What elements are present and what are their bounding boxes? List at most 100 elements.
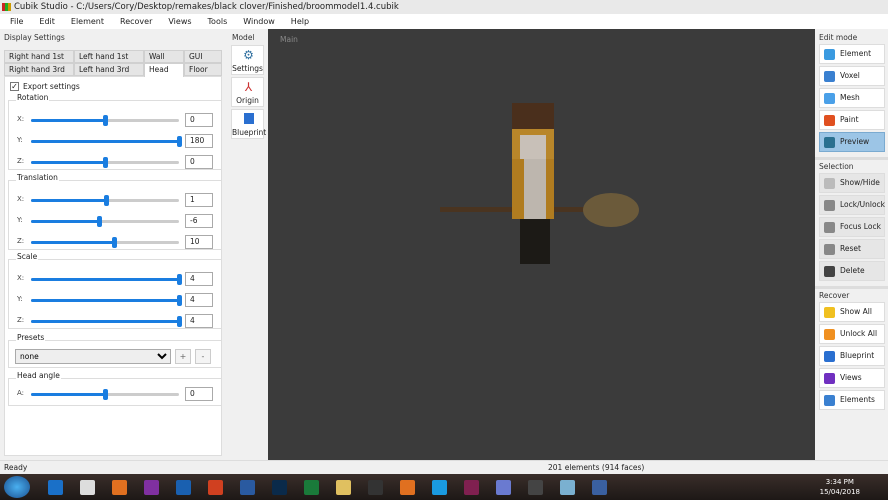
slider-thumb[interactable] (177, 295, 182, 306)
slider-thumb[interactable] (104, 195, 110, 206)
taskbar-ps-button[interactable] (264, 476, 294, 498)
status-text: Ready (4, 463, 28, 472)
element-count: 201 elements (914 faces) (548, 463, 645, 472)
scale-x-input[interactable]: 4 (185, 272, 213, 286)
origin-button[interactable]: ⅄ Origin (231, 77, 264, 107)
edit-mode-preview-button[interactable]: Preview (819, 132, 885, 152)
taskbar-n-button[interactable] (136, 476, 166, 498)
translation-group: Translation X: 1 Y: -6 Z: 10 (8, 173, 222, 250)
slider-thumb[interactable] (111, 237, 117, 248)
selection-reset-button[interactable]: Reset (819, 239, 885, 259)
scale-y-input[interactable]: 4 (185, 293, 213, 307)
head-angle-input[interactable]: 0 (185, 387, 213, 401)
tab-left-hand-3rd[interactable]: Left hand 3rd (74, 63, 144, 76)
scale-x-slider[interactable] (31, 274, 182, 285)
explorer-icon (335, 479, 351, 495)
menu-window[interactable]: Window (233, 14, 275, 29)
translation-z-slider[interactable] (31, 237, 179, 248)
tab-left-hand-1st[interactable]: Left hand 1st (74, 50, 144, 63)
taskbar-cubik-button[interactable] (520, 476, 550, 498)
edit-mode-mesh-button[interactable]: Mesh (819, 88, 885, 108)
edit-mode-voxel-button[interactable]: Voxel (819, 66, 885, 86)
taskbar-notes-button[interactable] (552, 476, 582, 498)
rotation-z-slider[interactable] (31, 157, 179, 168)
slider-fill (31, 220, 100, 223)
rotation-z-input[interactable]: 0 (185, 155, 213, 169)
rotation-y-slider[interactable] (31, 136, 182, 147)
slider-thumb[interactable] (103, 157, 108, 168)
menu-file[interactable]: File (0, 14, 23, 29)
taskbar-discord-button[interactable] (488, 476, 518, 498)
edit-mode-paint-button[interactable]: Paint (819, 110, 885, 130)
rotation-x-input[interactable]: 0 (185, 113, 213, 127)
3d-viewport[interactable]: Main (268, 29, 815, 460)
recover-views-button[interactable]: Views (819, 368, 885, 388)
taskbar-nox-button[interactable] (360, 476, 390, 498)
translation-x-input[interactable]: 1 (185, 193, 213, 207)
selection-focus-lock-button[interactable]: Focus Lock (819, 217, 885, 237)
taskbar-p-button[interactable] (200, 476, 230, 498)
recover-show-all-button[interactable]: Show All (819, 302, 885, 322)
translation-z-row: Z: 10 (9, 235, 221, 249)
taskbar-ie-button[interactable] (40, 476, 70, 498)
presets-select[interactable]: none (15, 349, 171, 364)
rotation-x-slider[interactable] (31, 115, 179, 126)
scale-y-slider[interactable] (31, 295, 182, 306)
edit-mode-element-button[interactable]: Element (819, 44, 885, 64)
slider-thumb[interactable] (177, 316, 182, 327)
taskbar-media-button[interactable] (104, 476, 134, 498)
recover-elements-button[interactable]: Elements (819, 390, 885, 410)
scale-z-slider[interactable] (31, 316, 182, 327)
slider-thumb[interactable] (177, 274, 182, 285)
translation-y-slider[interactable] (31, 216, 179, 227)
selection-show-hide-button[interactable]: Show/Hide (819, 173, 885, 193)
translation-x-slider[interactable] (31, 195, 179, 206)
menu-recover[interactable]: Recover (110, 14, 152, 29)
clock[interactable]: 3:34 PM 15/04/2018 (820, 477, 860, 497)
scale-z-input[interactable]: 4 (185, 314, 213, 328)
recover-blueprint-button[interactable]: Blueprint (819, 346, 885, 366)
remove-preset-button[interactable]: - (195, 349, 211, 364)
axis-label: Y: (17, 216, 23, 224)
tab-gui[interactable]: GUI (184, 50, 222, 63)
taskbar-firefox-button[interactable] (392, 476, 422, 498)
slider-thumb[interactable] (177, 136, 182, 147)
translation-z-input[interactable]: 10 (185, 235, 213, 249)
presets-group: Presets none + - (8, 333, 222, 368)
slider-thumb[interactable] (103, 115, 108, 126)
recover-unlock-all-button[interactable]: Unlock All (819, 324, 885, 344)
tab-wall[interactable]: Wall (144, 50, 184, 63)
taskbar-x-button[interactable] (296, 476, 326, 498)
taskbar-w-button[interactable] (232, 476, 262, 498)
taskbar-paint-button[interactable] (584, 476, 614, 498)
slider-thumb[interactable] (97, 216, 103, 227)
menu-tools[interactable]: Tools (198, 14, 228, 29)
taskbar-o-button[interactable] (168, 476, 198, 498)
settings-button[interactable]: ⚙ Settings (231, 45, 264, 75)
head-angle-slider[interactable] (31, 389, 179, 400)
tab-floor[interactable]: Floor (184, 63, 222, 76)
menu-help[interactable]: Help (281, 14, 309, 29)
menu-views[interactable]: Views (158, 14, 191, 29)
selection-lock-unlock-button[interactable]: Lock/Unlock (819, 195, 885, 215)
origin-label: Origin (236, 96, 259, 105)
start-button[interactable] (4, 476, 30, 498)
tab-right-hand-3rd[interactable]: Right hand 3rd (4, 63, 74, 76)
rotation-y-input[interactable]: 180 (185, 134, 213, 148)
blueprint-button[interactable]: Blueprint (231, 109, 266, 139)
media-icon (111, 479, 127, 495)
add-preset-button[interactable]: + (175, 349, 191, 364)
translation-y-input[interactable]: -6 (185, 214, 213, 228)
menu-edit[interactable]: Edit (29, 14, 55, 29)
taskbar-s-button[interactable] (424, 476, 454, 498)
slider-thumb[interactable] (103, 389, 108, 400)
translation-x-row: X: 1 (9, 193, 221, 207)
taskbar-explorer-button[interactable] (328, 476, 358, 498)
export-settings-checkbox[interactable]: ✓ (10, 82, 19, 91)
tab-head[interactable]: Head (144, 63, 184, 77)
taskbar-chrome-button[interactable] (72, 476, 102, 498)
taskbar-winrar-button[interactable] (456, 476, 486, 498)
selection-delete-button[interactable]: Delete (819, 261, 885, 281)
tab-right-hand-1st[interactable]: Right hand 1st (4, 50, 74, 63)
menu-element[interactable]: Element (61, 14, 104, 29)
